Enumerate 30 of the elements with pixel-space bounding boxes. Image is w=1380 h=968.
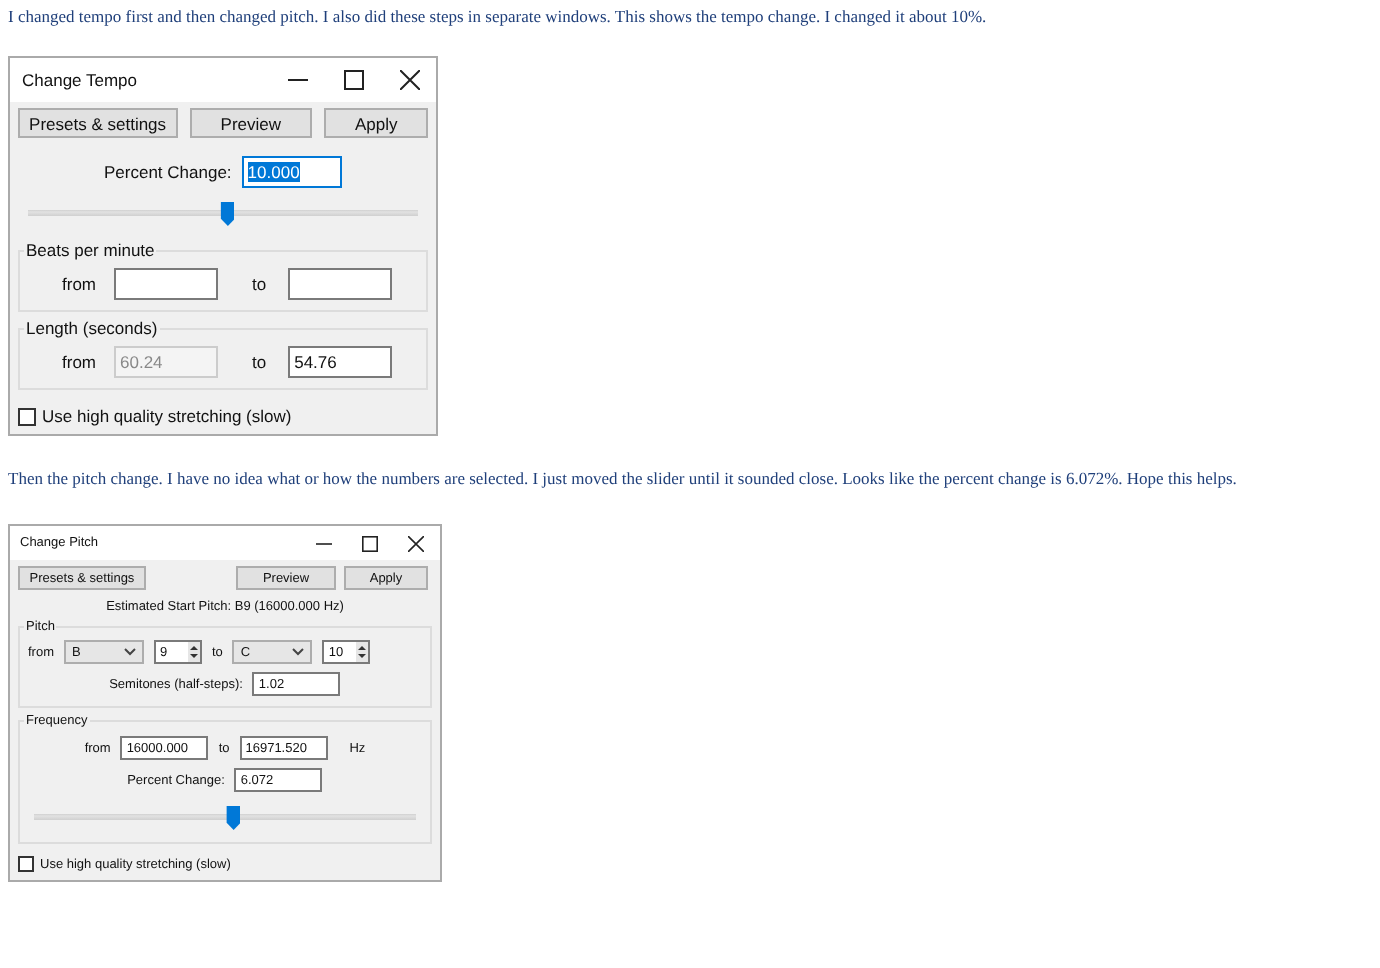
checkbox-label: Use high quality stretching (slow): [42, 406, 292, 426]
input-field[interactable]: [288, 268, 393, 300]
field-label: Percent Change:: [104, 162, 232, 182]
input-field[interactable]: [114, 268, 218, 300]
field-label: from: [62, 274, 96, 294]
post-text: I changed tempo first and then changed pitch. I also did these steps in separate windows. This shows the tempo change. I changed it about 10%.: [8, 6, 989, 26]
chevron-down-icon: [124, 648, 136, 656]
input-field[interactable]: 54.76: [288, 346, 393, 378]
slider-thumb[interactable]: [226, 806, 241, 830]
spin-arrows-icon: [188, 642, 200, 662]
window-title: Change Tempo: [22, 70, 137, 90]
slider-thumb[interactable]: [220, 202, 235, 226]
dialog-button[interactable]: Apply: [324, 108, 428, 138]
post-text: Then the pitch change. I have no idea what or how the numbers are selected. I just moved the slider until it sounded close. Looks like the percent change is 6.072%. Hope this helps.: [8, 468, 1239, 488]
maximize-icon[interactable]: [362, 535, 378, 551]
close-icon[interactable]: [400, 70, 420, 90]
maximize-icon[interactable]: [344, 70, 364, 90]
chevron-down-icon: [292, 648, 305, 656]
dialog-button[interactable]: Presets & settings: [18, 108, 178, 138]
checkbox[interactable]: [18, 856, 34, 872]
field-label: from: [62, 352, 96, 372]
group-title: Beats per minute: [24, 240, 157, 260]
field-label: to: [252, 274, 267, 294]
dialog-button[interactable]: Preview: [189, 108, 313, 138]
close-icon[interactable]: [408, 535, 424, 551]
spin-arrows-icon: [356, 642, 369, 662]
group-title: Length (seconds): [24, 318, 160, 338]
checkbox[interactable]: [18, 407, 36, 425]
percent-change-field[interactable]: 10.000: [241, 156, 342, 188]
field-label: to: [252, 352, 267, 372]
